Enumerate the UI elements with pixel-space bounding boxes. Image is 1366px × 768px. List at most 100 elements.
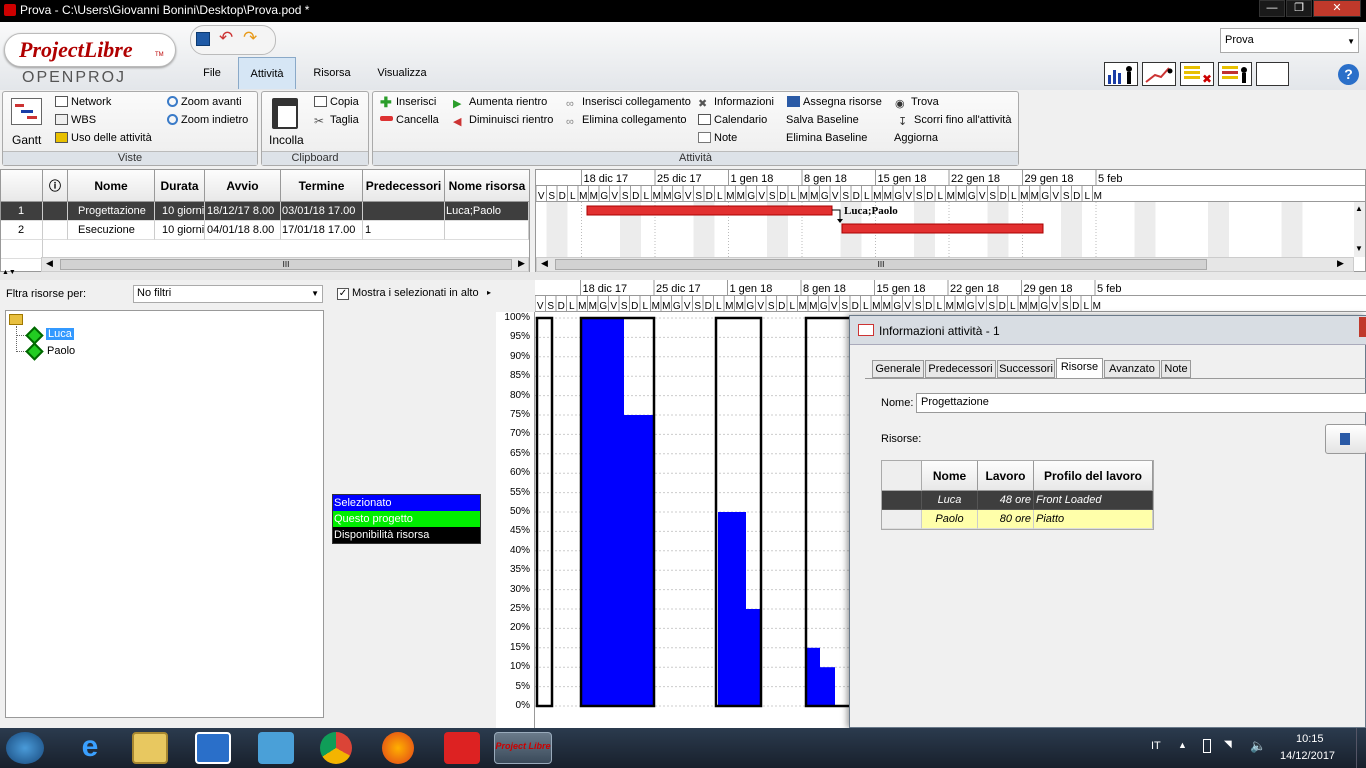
col-work-profile[interactable]: Profilo del lavoro (1034, 461, 1153, 491)
scroll-up-icon[interactable]: ▲ (1355, 204, 1363, 213)
language-indicator[interactable]: IT (1151, 740, 1161, 752)
volume-icon[interactable]: 🔈 (1250, 738, 1266, 754)
task-predecessors[interactable] (363, 202, 445, 221)
scroll-thumb[interactable]: III (60, 259, 512, 270)
project-select[interactable]: Prova ▼ (1220, 28, 1359, 53)
assignment-work[interactable]: 48 ore (978, 491, 1034, 510)
maximize-button[interactable]: ❐ (1286, 0, 1312, 17)
col-work[interactable]: Lavoro (978, 461, 1034, 491)
remove-link-button[interactable]: ∞ Elimina collegamento (566, 114, 687, 128)
assignment-profile[interactable]: Piatto (1034, 510, 1153, 529)
show-selected-checkbox[interactable]: ✓ (337, 288, 349, 300)
tab-attivita[interactable]: Attività (238, 57, 296, 89)
zoom-out-button[interactable]: Zoom indietro (167, 114, 248, 126)
clear-baseline-button[interactable]: Elimina Baseline (786, 132, 867, 144)
file-explorer-icon[interactable] (132, 732, 168, 764)
chrome-icon[interactable] (320, 732, 352, 764)
find-button[interactable]: ◉ Trova (895, 96, 939, 110)
table-row[interactable]: Paolo 80 ore Piatto (882, 510, 1153, 529)
scroll-left-icon[interactable]: ◀ (46, 258, 53, 269)
calendar-button[interactable]: Calendario (698, 114, 767, 126)
blank-view-button[interactable] (1256, 62, 1289, 86)
show-desktop-button[interactable] (1356, 728, 1366, 768)
scroll-right-icon[interactable]: ▶ (518, 258, 525, 269)
paste-button[interactable]: Incolla (269, 133, 304, 147)
scroll-right-icon[interactable]: ▶ (1337, 258, 1344, 269)
table-row[interactable]: Luca 48 ore Front Loaded (882, 491, 1153, 510)
chart-view-icon[interactable] (1142, 62, 1176, 86)
gantt-vscroll[interactable]: ▲ ▼ (1354, 202, 1365, 257)
resource-usage-icon[interactable] (1218, 62, 1252, 86)
task-duration[interactable]: 10 giorni (155, 202, 205, 221)
indicators-column[interactable]: ⓘ (43, 170, 68, 202)
task-usage-icon[interactable]: ✖ (1180, 62, 1214, 86)
tab-risorsa[interactable]: Risorsa (305, 57, 359, 89)
task-start[interactable]: 18/12/17 8.00 (205, 202, 281, 221)
task-start[interactable]: 04/01/18 8.00 (205, 221, 281, 240)
gantt-scrollbar[interactable]: ◀ III ▶ (536, 257, 1354, 272)
redo-icon[interactable]: ↷ (243, 28, 257, 48)
scroll-down-icon[interactable]: ▼ (1355, 244, 1363, 253)
filter-select[interactable]: No filtri ▼ (133, 285, 323, 303)
clock-time[interactable]: 10:15 (1296, 733, 1324, 745)
start-button[interactable] (6, 732, 44, 764)
col-predecessors[interactable]: Predecessori (363, 170, 445, 202)
task-name[interactable]: Esecuzione (68, 221, 155, 240)
save-baseline-button[interactable]: Salva Baseline (786, 114, 859, 126)
task-resources[interactable] (445, 221, 529, 240)
collapse-arrow-icon[interactable]: ▸ (487, 288, 491, 297)
save-icon[interactable] (196, 32, 210, 46)
task-table-scrollbar[interactable]: ◀ III ▶ (41, 257, 529, 272)
cut-button[interactable]: ✂ Taglia (314, 114, 359, 128)
task-duration[interactable]: 10 giorni (155, 221, 205, 240)
col-resource-names[interactable]: Nome risorsa (445, 170, 530, 202)
dialog-tab-risorse[interactable]: Risorse (1056, 358, 1103, 378)
information-button[interactable]: ✖ Informazioni (698, 96, 774, 110)
task-name[interactable]: Progettazione (68, 202, 155, 221)
dialog-close-button[interactable] (1359, 317, 1366, 337)
close-button[interactable]: ✕ (1313, 0, 1361, 17)
update-button[interactable]: Aggiorna (894, 132, 938, 144)
wbs-button[interactable]: WBS (55, 114, 96, 126)
tray-up-icon[interactable]: ▲ (1178, 740, 1187, 750)
histogram-view-icon[interactable] (1104, 62, 1138, 86)
battery-icon[interactable] (1203, 739, 1211, 753)
projectlibre-taskbar-button[interactable]: Project Libre (494, 732, 552, 764)
delete-button[interactable]: Cancella (380, 114, 439, 126)
undo-icon[interactable]: ↶ (219, 28, 233, 48)
assignment-work[interactable]: 80 ore (978, 510, 1034, 529)
assignment-profile[interactable]: Front Loaded (1034, 491, 1153, 510)
col-start[interactable]: Avvio (205, 170, 281, 202)
col-res-name[interactable]: Nome (922, 461, 978, 491)
notes-button[interactable]: Note (698, 132, 737, 144)
insert-link-button[interactable]: ∞ Inserisci collegamento (566, 96, 691, 110)
col-name[interactable]: Nome (68, 170, 155, 202)
assignment-name[interactable]: Luca (922, 491, 978, 510)
tab-file[interactable]: File (192, 57, 232, 89)
acrobat-icon[interactable] (444, 732, 480, 764)
zoom-in-button[interactable]: Zoom avanti (167, 96, 242, 108)
resource-paolo[interactable]: Paolo (47, 345, 75, 357)
outdent-button[interactable]: ◀ Diminuisci rientro (453, 114, 553, 128)
table-row[interactable]: 1 Progettazione 10 giorni 18/12/17 8.00 … (1, 202, 529, 221)
scroll-left-icon[interactable]: ◀ (541, 258, 548, 269)
table-row[interactable]: 2 Esecuzione 10 giorni 04/01/18 8.00 17/… (1, 221, 529, 240)
network-signal-icon[interactable]: ◥ (1224, 739, 1240, 753)
gantt-button[interactable]: Gantt (12, 133, 41, 147)
dialog-tab-predecessori[interactable]: Predecessori (925, 360, 996, 378)
indent-button[interactable]: ▶ Aumenta rientro (453, 96, 547, 110)
network-button[interactable]: Network (55, 96, 111, 108)
task-predecessors[interactable]: 1 (363, 221, 445, 240)
insert-button[interactable]: ✚ Inserisci (380, 95, 436, 109)
scroll-thumb[interactable]: III (555, 259, 1207, 270)
task-usage-button[interactable]: Uso delle attività (55, 132, 152, 144)
paint-icon[interactable] (258, 732, 294, 764)
splitter-arrows-icon[interactable]: ▲▼ (2, 269, 16, 276)
clock-date[interactable]: 14/12/2017 (1280, 750, 1335, 762)
dialog-tab-avanzato[interactable]: Avanzato (1104, 360, 1160, 378)
tab-visualizza[interactable]: Visualizza (370, 57, 434, 89)
dialog-tab-note[interactable]: Note (1161, 360, 1191, 378)
name-field[interactable]: Progettazione (916, 393, 1366, 413)
dialog-tab-successori[interactable]: Successori (997, 360, 1055, 378)
task-finish[interactable]: 03/01/18 17.00 (281, 202, 363, 221)
